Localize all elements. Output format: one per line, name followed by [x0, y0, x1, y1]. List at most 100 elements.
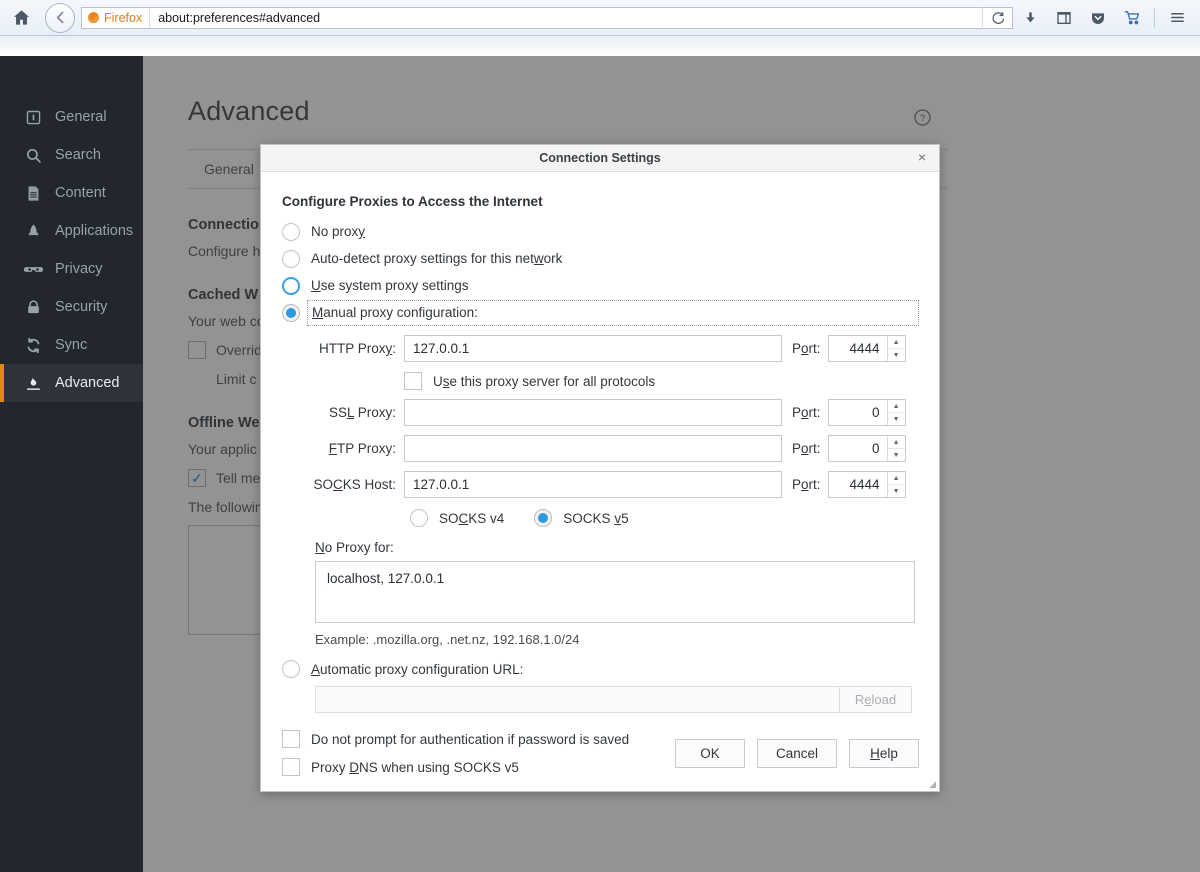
- spinner-up-icon[interactable]: ▲: [888, 400, 905, 413]
- ssl-port-value[interactable]: 0: [829, 400, 887, 425]
- toolbar-divider: [1154, 8, 1155, 28]
- connection-settings-dialog: Connection Settings × Configure Proxies …: [260, 144, 940, 792]
- firefox-logo-icon: [87, 11, 100, 24]
- radio-no-proxy[interactable]: [282, 223, 300, 241]
- sidebar-item-sync[interactable]: Sync: [0, 326, 143, 364]
- content-icon: [22, 182, 44, 204]
- spinner-down-icon[interactable]: ▼: [888, 485, 905, 497]
- sidebar-item-content[interactable]: Content: [0, 174, 143, 212]
- sidebar-item-label: Privacy: [55, 261, 103, 277]
- radio-row-no-proxy[interactable]: No proxy: [282, 218, 919, 245]
- no-proxy-example: Example: .mozilla.org, .net.nz, 192.168.…: [315, 632, 919, 647]
- menu-hamburger-icon[interactable]: [1160, 0, 1194, 36]
- search-icon: [22, 144, 44, 166]
- home-icon[interactable]: [3, 0, 39, 36]
- ftp-port-stepper[interactable]: 0 ▲ ▼: [828, 435, 906, 462]
- ssl-port-spinner[interactable]: ▲ ▼: [887, 400, 905, 425]
- preferences-sidebar: General Search Content: [0, 56, 143, 872]
- ssl-proxy-input[interactable]: [404, 399, 782, 426]
- sidebar-icon[interactable]: [1047, 0, 1081, 36]
- http-port-value[interactable]: 4444: [829, 336, 887, 361]
- identity-box[interactable]: Firefox: [82, 8, 150, 28]
- socks-port-spinner[interactable]: ▲ ▼: [887, 472, 905, 497]
- reload-icon[interactable]: [982, 7, 1012, 29]
- resize-grip[interactable]: ◢: [925, 779, 936, 790]
- privacy-mask-icon: [22, 258, 44, 280]
- radio-label-socks-v4: SOCKS v4: [439, 511, 504, 526]
- sidebar-item-label: Security: [55, 299, 107, 315]
- cancel-button[interactable]: Cancel: [757, 739, 837, 768]
- socks-host-input[interactable]: 127.0.0.1: [404, 471, 782, 498]
- radio-system-proxy[interactable]: [282, 277, 300, 295]
- radio-row-pac-url[interactable]: Automatic proxy configuration URL:: [282, 660, 919, 678]
- ftp-proxy-input[interactable]: [404, 435, 782, 462]
- radio-label-socks-v5: SOCKS v5: [563, 511, 628, 526]
- socks-host-row: SOCKS Host: 127.0.0.1 Port: 4444 ▲ ▼: [282, 471, 919, 498]
- sidebar-item-label: General: [55, 109, 107, 125]
- socks-port-value[interactable]: 4444: [829, 472, 887, 497]
- sidebar-item-security[interactable]: Security: [0, 288, 143, 326]
- close-icon[interactable]: ×: [913, 148, 931, 166]
- all-protocols-label: Use this proxy server for all protocols: [433, 374, 655, 389]
- shopping-cart-icon[interactable]: [1115, 0, 1149, 36]
- applications-icon: [22, 220, 44, 242]
- radio-row-manual-proxy[interactable]: Manual proxy configuration:: [282, 299, 919, 326]
- spinner-down-icon[interactable]: ▼: [888, 413, 905, 425]
- pac-url-input[interactable]: [315, 686, 840, 713]
- http-port-stepper[interactable]: 4444 ▲ ▼: [828, 335, 906, 362]
- spinner-down-icon[interactable]: ▼: [888, 349, 905, 361]
- radio-row-auto-detect[interactable]: Auto-detect proxy settings for this netw…: [282, 245, 919, 272]
- sync-icon: [22, 334, 44, 356]
- radio-pac-url[interactable]: [282, 660, 300, 678]
- radio-manual-proxy[interactable]: [282, 304, 300, 322]
- back-button[interactable]: [45, 3, 75, 33]
- spinner-up-icon[interactable]: ▲: [888, 436, 905, 449]
- http-proxy-row: HTTP Proxy: 127.0.0.1 Port: 4444 ▲ ▼: [282, 335, 919, 362]
- ssl-proxy-label: SSL Proxy:: [282, 405, 404, 420]
- ftp-port-spinner[interactable]: ▲ ▼: [887, 436, 905, 461]
- all-protocols-checkbox[interactable]: [404, 372, 422, 390]
- security-lock-icon: [22, 296, 44, 318]
- sidebar-item-search[interactable]: Search: [0, 136, 143, 174]
- spinner-up-icon[interactable]: ▲: [888, 336, 905, 349]
- spinner-down-icon[interactable]: ▼: [888, 449, 905, 461]
- url-bar[interactable]: Firefox about:preferences#advanced: [81, 7, 1013, 29]
- radio-row-system-proxy[interactable]: Use system proxy settings: [282, 272, 919, 299]
- radio-label-pac-url: Automatic proxy configuration URL:: [311, 662, 523, 677]
- browser-toolbar: Firefox about:preferences#advanced: [0, 0, 1200, 36]
- socks-version-row: SOCKS v4 SOCKS v5: [410, 509, 919, 527]
- no-proxy-textarea[interactable]: localhost, 127.0.0.1: [315, 561, 915, 623]
- socks-port-stepper[interactable]: 4444 ▲ ▼: [828, 471, 906, 498]
- sidebar-item-applications[interactable]: Applications: [0, 212, 143, 250]
- url-text[interactable]: about:preferences#advanced: [150, 11, 320, 25]
- pac-reload-button[interactable]: Reload: [840, 686, 912, 713]
- dialog-titlebar: Connection Settings ×: [261, 145, 939, 172]
- ftp-port-value[interactable]: 0: [829, 436, 887, 461]
- no-auth-prompt-checkbox[interactable]: [282, 730, 300, 748]
- radio-auto-detect[interactable]: [282, 250, 300, 268]
- help-button[interactable]: Help: [849, 739, 919, 768]
- ok-button[interactable]: OK: [675, 739, 745, 768]
- general-icon: [22, 106, 44, 128]
- sidebar-item-general[interactable]: General: [0, 98, 143, 136]
- ftp-proxy-row: FTP Proxy: Port: 0 ▲ ▼: [282, 435, 919, 462]
- sidebar-item-label: Search: [55, 147, 101, 163]
- proxy-dns-label: Proxy DNS when using SOCKS v5: [311, 760, 519, 775]
- pocket-icon[interactable]: [1081, 0, 1115, 36]
- sidebar-item-label: Content: [55, 185, 106, 201]
- ssl-port-label: Port:: [792, 405, 821, 420]
- radio-socks-v4[interactable]: [410, 509, 428, 527]
- proxy-dns-checkbox[interactable]: [282, 758, 300, 776]
- sidebar-item-advanced[interactable]: Advanced: [0, 364, 143, 402]
- all-protocols-row[interactable]: Use this proxy server for all protocols: [404, 372, 919, 390]
- socks-host-label: SOCKS Host:: [282, 477, 404, 492]
- ssl-port-stepper[interactable]: 0 ▲ ▼: [828, 399, 906, 426]
- sidebar-item-label: Applications: [55, 223, 133, 239]
- sidebar-item-privacy[interactable]: Privacy: [0, 250, 143, 288]
- radio-socks-v5[interactable]: [534, 509, 552, 527]
- spinner-up-icon[interactable]: ▲: [888, 472, 905, 485]
- downloads-icon[interactable]: [1013, 0, 1047, 36]
- http-proxy-input[interactable]: 127.0.0.1: [404, 335, 782, 362]
- http-port-spinner[interactable]: ▲ ▼: [887, 336, 905, 361]
- toolbar-shadow: [0, 36, 1200, 56]
